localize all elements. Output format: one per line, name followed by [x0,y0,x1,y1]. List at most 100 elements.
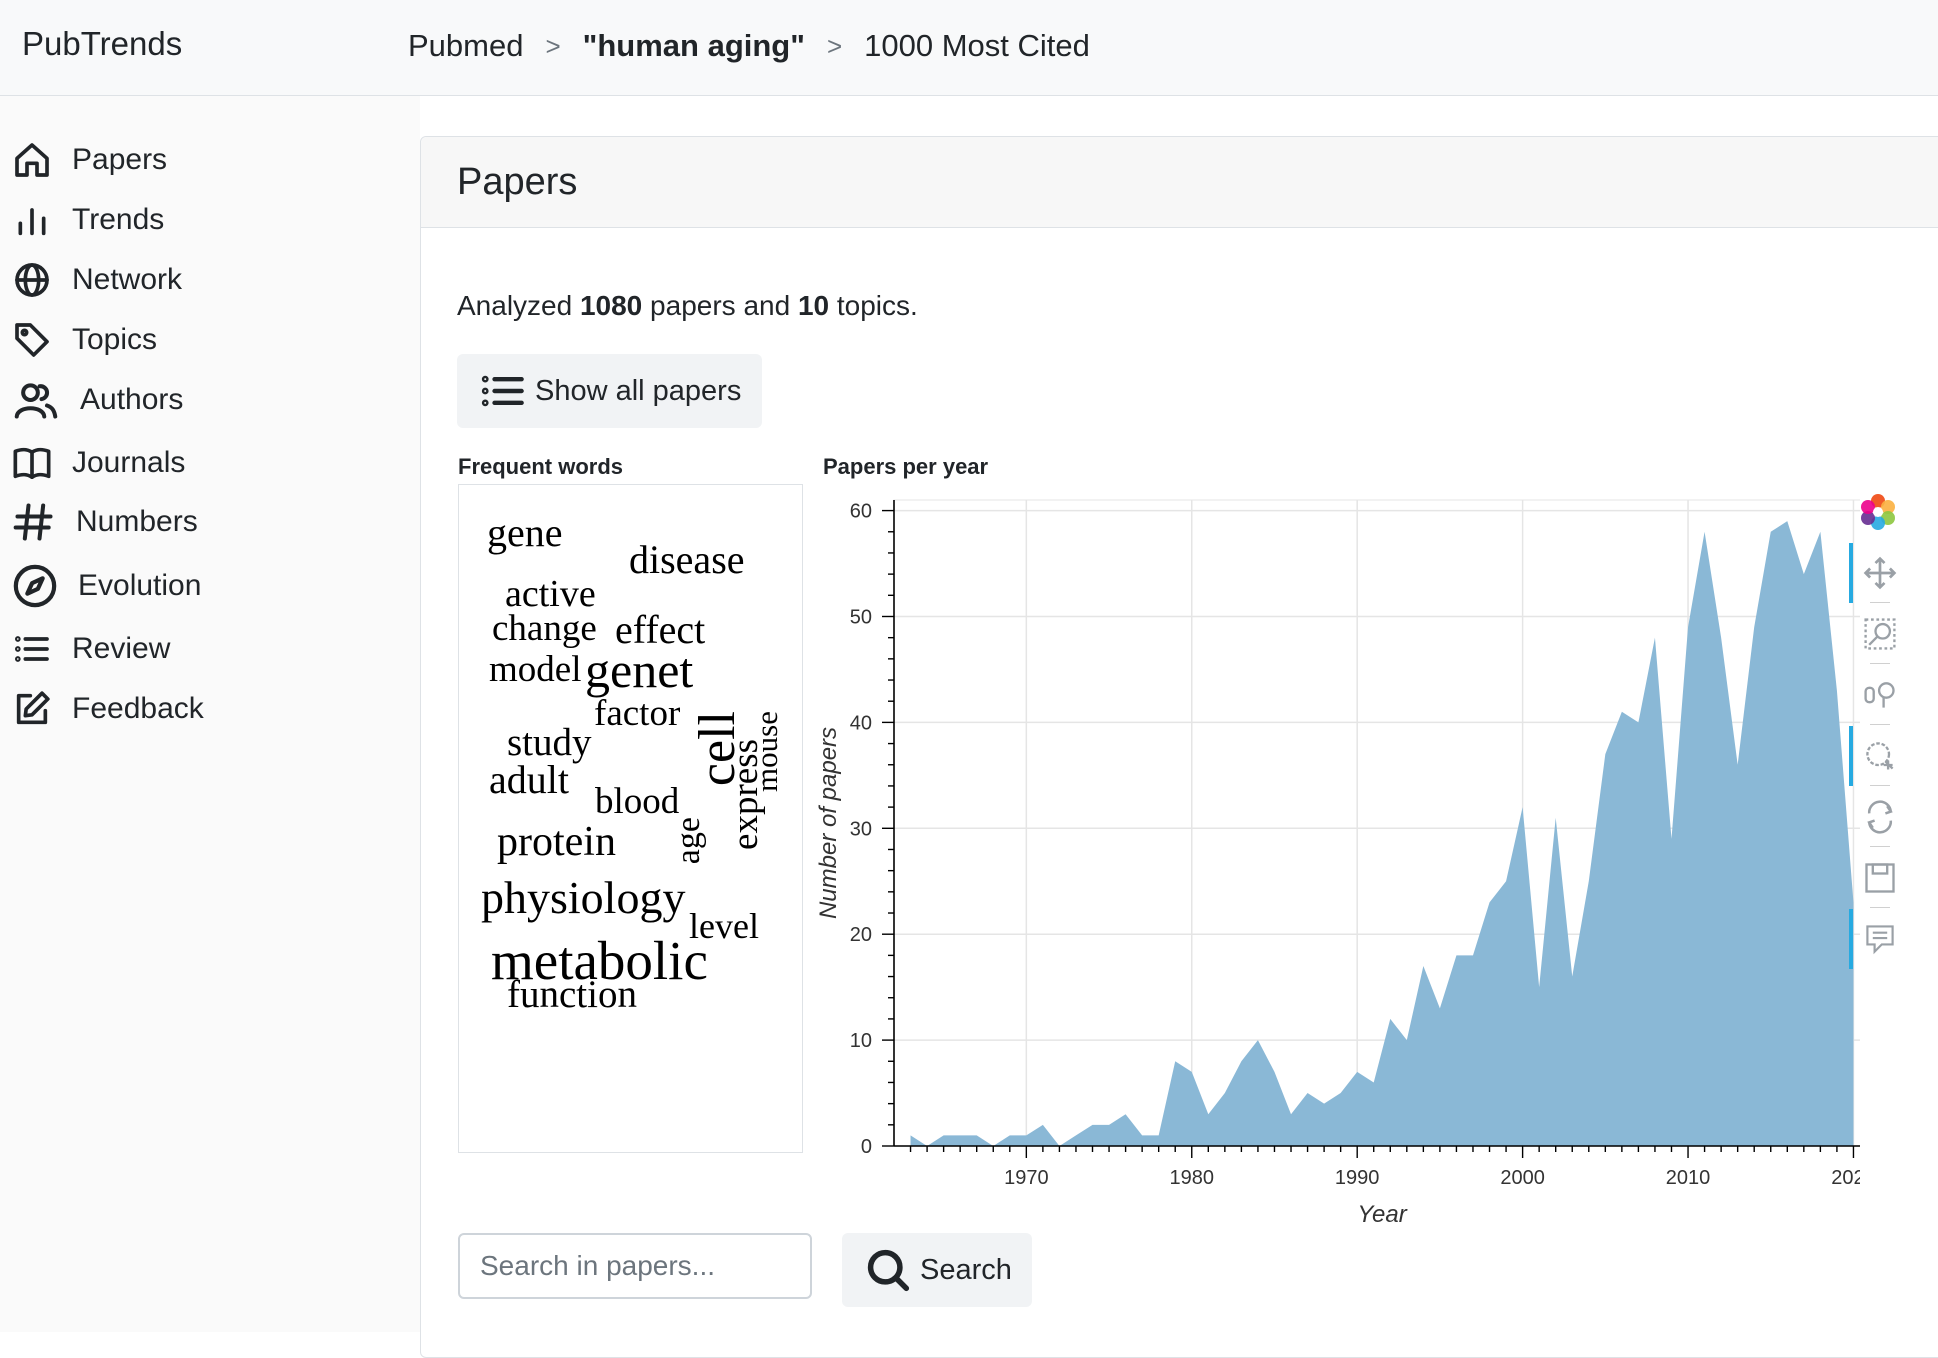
chevron-right-icon: > [545,30,561,61]
y-tick-label: 0 [861,1136,872,1158]
sidebar-item-topics[interactable]: Topics [12,312,157,368]
chart-label: Papers per year [823,454,989,479]
box-zoom-icon[interactable] [1858,608,1902,660]
x-axis-label: Year [1357,1201,1407,1228]
cloud-word: adult [489,757,569,802]
sidebar-item-label: Papers [72,143,168,176]
toolbar-divider [1870,907,1890,908]
y-tick-label: 60 [850,501,872,523]
card-header: Papers [421,137,1938,228]
chevron-right-icon: > [826,30,843,61]
people-icon [14,383,58,419]
y-tick-label: 40 [850,712,872,734]
breadcrumb-mode: 1000 Most Cited [864,28,1090,63]
sidebar-item-journals[interactable]: Journals [12,435,185,491]
sidebar: Papers Trends Network Topics Authors Jou… [0,96,420,1332]
sidebar-item-label: Network [72,263,183,296]
show-all-papers-button[interactable]: Show all papers [457,354,762,428]
compass-icon [13,564,57,608]
sidebar-item-evolution[interactable]: Evolution [12,558,201,614]
bokeh-logo-icon[interactable] [1856,486,1900,538]
sidebar-item-label: Feedback [72,692,204,725]
wheel-zoom-icon[interactable] [1858,669,1902,721]
cloud-word: change [492,608,597,649]
sidebar-item-label: Numbers [76,505,198,538]
sidebar-item-label: Journals [72,446,186,479]
y-tick-label: 10 [850,1030,872,1052]
x-tick-label: 1980 [1170,1167,1215,1189]
cloud-word: mouse [749,711,784,792]
cloud-word: function [507,973,637,1016]
breadcrumb-source[interactable]: Pubmed [408,28,523,64]
sidebar-item-network[interactable]: Network [12,252,182,308]
breadcrumb-query[interactable]: "human aging" [583,28,805,64]
sidebar-item-trends[interactable]: Trends [12,192,164,248]
sidebar-item-review[interactable]: Review [12,621,170,677]
wordcloud-label: Frequent words [458,454,624,479]
cloud-word: protein [497,819,616,865]
bar-chart-icon [18,208,46,236]
summary-text: topics. [829,290,918,321]
cloud-word: physiology [481,872,686,923]
book-icon [13,447,51,479]
toolbar-divider [1870,785,1890,786]
app-brand[interactable]: PubTrends [22,25,182,63]
cloud-word: age [670,817,707,865]
y-axis-label: Number of papers [815,727,842,919]
house-icon [15,143,49,177]
sidebar-item-label: Authors [80,383,184,416]
pan-icon[interactable] [1849,543,1902,603]
summary-text: papers and [642,290,798,321]
toolbar-divider [1870,602,1890,603]
tag-icon [15,323,49,357]
search-button-label: Search [920,1253,1012,1286]
toolbar-divider [1870,724,1890,725]
top-navbar: PubTrends Pubmed > "human aging" > 1000 … [0,0,1938,96]
search-input[interactable] [458,1233,812,1299]
x-tick-label: 2010 [1666,1167,1711,1189]
sidebar-item-feedback[interactable]: Feedback [12,681,204,737]
sidebar-item-label: Review [72,632,171,665]
sidebar-item-label: Topics [72,323,158,356]
analysis-summary: Analyzed 1080 papers and 10 topics. [457,290,918,322]
cloud-word: disease [629,537,745,582]
sidebar-item-numbers[interactable]: Numbers [12,494,198,550]
x-tick-label: 1990 [1335,1167,1380,1189]
word-cloud: gene disease active change effect model genet f… [458,484,803,1153]
edit-icon [16,691,50,725]
page-title: Papers [457,161,578,203]
cloud-word: gene [487,510,563,555]
sidebar-item-papers[interactable]: Papers [12,132,167,188]
hash-icon [13,503,53,541]
list-icon [481,375,524,407]
chart-toolbar [1848,486,1908,976]
search-button[interactable]: Search [842,1233,1032,1307]
topics-count: 10 [797,290,830,321]
show-all-label: Show all papers [535,374,742,407]
x-tick-label: 2000 [1500,1167,1545,1189]
papers-count: 1080 [579,290,643,321]
cloud-word: model [489,649,582,690]
papers-per-year-chart[interactable]: 1970 1980 1990 2000 2010 2020 0 10 20 30 40 50 60 Yea… [800,480,1860,1240]
sidebar-item-label: Evolution [78,569,202,602]
list-icon [15,636,49,662]
active-tool-indicator [1849,726,1853,786]
cloud-word: factor [594,693,681,734]
hover-icon[interactable] [1849,909,1902,969]
y-tick-label: 30 [850,818,872,840]
zoom-in-icon[interactable] [1849,726,1902,786]
active-tool-indicator [1849,543,1853,603]
cloud-word: blood [595,781,680,822]
search-icon [867,1249,910,1292]
toolbar-divider [1870,846,1890,847]
x-tick-label: 1970 [1004,1167,1049,1189]
reset-icon[interactable] [1858,791,1902,843]
x-tick-label: 2020 [1831,1167,1860,1189]
sidebar-item-label: Trends [72,203,165,236]
y-tick-label: 50 [850,606,872,628]
sidebar-item-authors[interactable]: Authors [12,372,183,428]
save-icon[interactable] [1858,852,1902,904]
y-tick-label: 20 [850,924,872,946]
globe-icon [15,263,49,297]
cloud-word: genet [585,642,694,698]
